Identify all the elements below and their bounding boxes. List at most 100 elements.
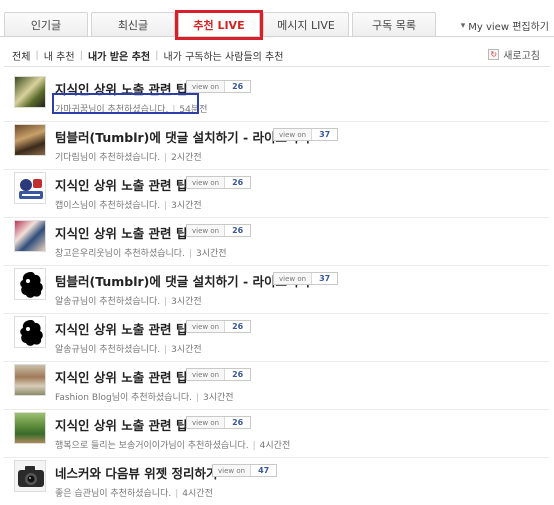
thumbnail-image[interactable]: [14, 124, 46, 156]
info-separator: |: [175, 489, 179, 499]
info-separator: |: [164, 297, 168, 307]
view-on-label: view on: [187, 369, 226, 380]
view-on-badge[interactable]: view on 26: [186, 368, 252, 381]
view-on-label: view on: [187, 225, 226, 236]
view-on-badge[interactable]: view on 26: [186, 320, 252, 333]
thumbnail-logo[interactable]: [14, 172, 46, 204]
tab-bar: 인기글 최신글 추천 LIVE 메시지 LIVE 구독 목록 ▾ My view…: [0, 0, 554, 40]
recommender-text[interactable]: Fashion Blog님이 추천하셨습니다.: [55, 393, 192, 403]
tab-label: 메시지 LIVE: [277, 19, 335, 32]
view-on-badge[interactable]: view on 37: [273, 128, 339, 141]
recommender-text[interactable]: 좋은 습관님이 추천하셨습니다.: [55, 489, 171, 499]
tab-message-live[interactable]: 메시지 LIVE: [263, 12, 349, 37]
info-separator: |: [188, 249, 192, 259]
tab-recommend-live[interactable]: 추천 LIVE: [178, 11, 260, 37]
tab-popular[interactable]: 인기글: [4, 12, 88, 37]
tab-label: 추천 LIVE: [193, 18, 245, 32]
filter-received[interactable]: 내가 받은 추천: [88, 48, 150, 63]
post-title[interactable]: 지식인 상위 노출 관련 팁: [55, 175, 187, 194]
recommender-text[interactable]: 가마귀꿈님이 추천하셨습니다.: [55, 105, 168, 115]
view-count: 47: [258, 466, 270, 475]
view-on-label: view on: [187, 417, 226, 428]
thumbnail-camera[interactable]: [14, 460, 46, 492]
time-ago: 54분전: [179, 105, 208, 115]
view-on-badge[interactable]: view on 47: [212, 464, 278, 477]
thumbnail-silhouette[interactable]: [14, 316, 46, 348]
view-count: 26: [232, 82, 244, 91]
view-count: 26: [232, 226, 244, 235]
view-on-badge[interactable]: view on 37: [273, 272, 339, 285]
recommender-text[interactable]: 알송규님이 추천하셨습니다.: [55, 297, 160, 307]
thumbnail-silhouette[interactable]: [14, 268, 46, 300]
list-item: 네스커와 다음뷰 위젯 정리하기 view on 47 좋은 습관님이 추천하셨습…: [0, 458, 554, 505]
info-separator: |: [164, 201, 168, 211]
thumbnail-image[interactable]: [14, 412, 46, 444]
refresh-label: 새로고침: [503, 51, 540, 62]
recommend-info: 알송규님이 추천하셨습니다. | 3시간전: [55, 294, 202, 307]
logo-graphic: [19, 179, 43, 199]
recommend-info: 알송규님이 추천하셨습니다. | 3시간전: [55, 342, 202, 355]
recommender-text[interactable]: 창고은우리웃님이 추천하셨습니다.: [55, 249, 185, 259]
list-item: 지식인 상위 노출 관련 팁 view on 26 가마귀꿈님이 추천하셨습니다.…: [0, 74, 554, 122]
list-item: 지식인 상위 노출 관련 팁 view on 26 캡이스님이 추천하셨습니다. |…: [0, 170, 554, 218]
tab-subscriptions[interactable]: 구독 목록: [352, 12, 436, 37]
recommender-text[interactable]: 기다림님이 추천하셨습니다.: [55, 153, 160, 163]
recommend-info: 기다림님이 추천하셨습니다. | 2시간전: [55, 150, 202, 163]
view-on-label: view on: [187, 81, 226, 92]
view-count: 26: [232, 178, 244, 187]
recommender-text[interactable]: 알송규님이 추천하셨습니다.: [55, 345, 160, 355]
view-on-badge[interactable]: view on 26: [186, 416, 252, 429]
filter-separator: |: [79, 50, 83, 61]
view-on-label: view on: [274, 273, 313, 284]
tab-latest[interactable]: 최신글: [91, 12, 175, 37]
view-count: 37: [319, 274, 331, 283]
tab-divider: [0, 36, 554, 37]
list-item: 지식인 상위 노출 관련 팁 view on 26 창고은우리웃님이 추천하셨습니…: [0, 218, 554, 266]
my-view-edit-link[interactable]: ▾ My view 편집하기: [461, 18, 549, 34]
post-title[interactable]: 텀블러(Tumblr)에 댓글 설치하기 - 라이브러리: [55, 271, 310, 290]
view-count: 26: [232, 418, 244, 427]
filter-mine[interactable]: 내 추천: [44, 48, 75, 63]
post-title[interactable]: 지식인 상위 노출 관련 팁: [55, 415, 187, 434]
info-separator: |: [164, 345, 168, 355]
tab-label: 최신글: [117, 19, 149, 32]
thumbnail-image[interactable]: [14, 220, 46, 252]
camera-graphic: [18, 466, 44, 487]
view-on-label: view on: [187, 177, 226, 188]
filter-divider: [4, 66, 550, 67]
filter-separator: |: [155, 50, 159, 61]
thumbnail-image[interactable]: [14, 76, 46, 108]
list-item: 지식인 상위 노출 관련 팁 view on 26 행복으로 들리는 보송거이이가…: [0, 410, 554, 458]
my-view-label: My view 편집하기: [468, 22, 549, 33]
post-title[interactable]: 지식인 상위 노출 관련 팁: [55, 79, 187, 98]
post-title[interactable]: 지식인 상위 노출 관련 팁: [55, 367, 187, 386]
view-on-label: view on: [213, 465, 252, 476]
view-on-badge[interactable]: view on 26: [186, 80, 252, 93]
view-on-badge[interactable]: view on 26: [186, 176, 252, 189]
recommend-info: 행복으로 들리는 보송거이이가님이 추천하셨습니다. | 4시간전: [55, 438, 290, 451]
list-item: 지식인 상위 노출 관련 팁 view on 26 알송규님이 추천하셨습니다. |…: [0, 314, 554, 362]
post-title[interactable]: 네스커와 다음뷰 위젯 정리하기: [55, 463, 218, 482]
time-ago: 3시간전: [203, 393, 234, 403]
view-count: 37: [319, 130, 331, 139]
silhouette-graphic: [20, 320, 43, 346]
view-count: 26: [232, 370, 244, 379]
post-title[interactable]: 텀블러(Tumblr)에 댓글 설치하기 - 라이브러리: [55, 127, 310, 146]
recommender-text[interactable]: 캡이스님이 추천하셨습니다.: [55, 201, 160, 211]
view-count: 26: [232, 322, 244, 331]
filter-subscribed[interactable]: 내가 구독하는 사람들의 추천: [163, 48, 283, 63]
info-separator: |: [164, 153, 168, 163]
filter-bar: 전체 | 내 추천 | 내가 받은 추천 | 내가 구독하는 사람들의 추천: [12, 48, 283, 63]
refresh-button[interactable]: ↻ 새로고침: [488, 47, 540, 62]
time-ago: 3시간전: [171, 201, 202, 211]
filter-all[interactable]: 전체: [12, 48, 30, 63]
thumbnail-image[interactable]: [14, 364, 46, 396]
info-separator: |: [252, 441, 256, 451]
view-on-badge[interactable]: view on 26: [186, 224, 252, 237]
post-title[interactable]: 지식인 상위 노출 관련 팁: [55, 319, 187, 338]
recommend-info: 창고은우리웃님이 추천하셨습니다. | 3시간전: [55, 246, 227, 259]
time-ago: 3시간전: [171, 345, 202, 355]
post-title[interactable]: 지식인 상위 노출 관련 팁: [55, 223, 187, 242]
info-separator: |: [195, 393, 200, 403]
recommender-text[interactable]: 행복으로 들리는 보송거이이가님이 추천하셨습니다.: [55, 441, 249, 451]
